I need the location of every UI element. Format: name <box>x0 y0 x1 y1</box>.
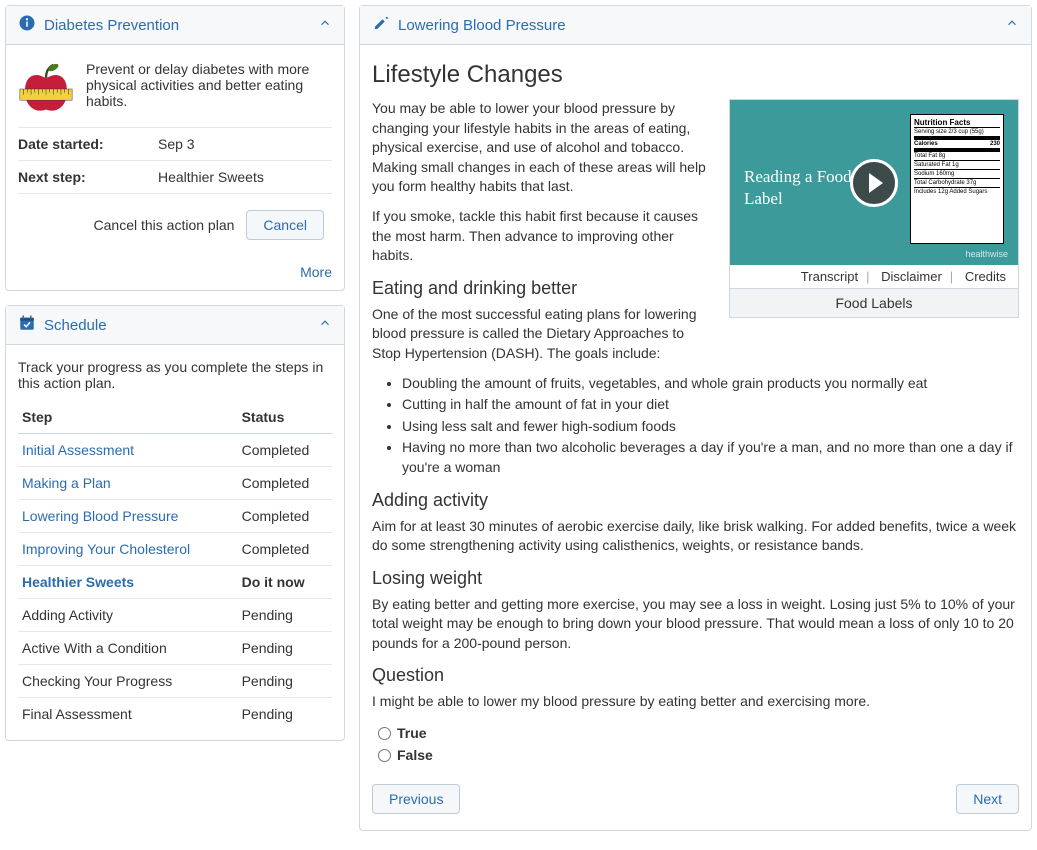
apple-tape-icon <box>18 61 74 117</box>
list-item: Having no more than two alcoholic bevera… <box>402 438 1019 477</box>
cancel-plan-text: Cancel this action plan <box>94 217 235 233</box>
col-status-header: Status <box>238 401 332 434</box>
step-label[interactable]: Making a Plan <box>22 475 111 491</box>
heading-weight: Losing weight <box>372 568 1019 589</box>
step-label: Final Assessment <box>22 706 132 722</box>
step-label: Adding Activity <box>22 607 113 623</box>
video-thumbnail[interactable]: Reading a Food Label Nutrition Facts Ser… <box>730 100 1018 265</box>
table-row: Making a Plan Completed <box>18 467 332 500</box>
calendar-check-icon <box>18 314 36 336</box>
play-button-icon[interactable] <box>850 159 898 207</box>
chevron-up-icon <box>318 16 332 34</box>
previous-button[interactable]: Previous <box>372 784 460 814</box>
table-row: Healthier Sweets Do it now <box>18 566 332 599</box>
next-step-label: Next step: <box>18 169 158 185</box>
article-header-title: Lowering Blood Pressure <box>398 17 566 34</box>
step-status: Completed <box>238 434 332 467</box>
article-title: Lifestyle Changes <box>372 61 1019 89</box>
article-header[interactable]: Lowering Blood Pressure <box>360 6 1031 45</box>
heading-question: Question <box>372 665 1019 686</box>
step-label: Checking Your Progress <box>22 673 172 689</box>
list-item: Doubling the amount of fruits, vegetable… <box>402 374 1019 394</box>
table-row: Improving Your Cholesterol Completed <box>18 533 332 566</box>
cancel-button[interactable]: Cancel <box>246 210 324 240</box>
nutrition-facts-label-graphic: Nutrition Facts Serving size 2/3 cup (55… <box>910 114 1004 244</box>
table-row: Final Assessment Pending <box>18 698 332 731</box>
diabetes-prevention-header[interactable]: Diabetes Prevention <box>6 6 344 45</box>
step-label[interactable]: Initial Assessment <box>22 442 134 458</box>
credits-link[interactable]: Credits <box>961 269 1010 284</box>
more-link[interactable]: More <box>300 264 332 280</box>
transcript-link[interactable]: Transcript <box>797 269 862 284</box>
answer-false-radio[interactable] <box>378 749 391 762</box>
article-panel: Lowering Blood Pressure Lifestyle Change… <box>359 5 1032 831</box>
step-status: Completed <box>238 500 332 533</box>
next-step-value: Healthier Sweets <box>158 169 264 185</box>
dash-bullets: Doubling the amount of fruits, vegetable… <box>402 374 1019 478</box>
video-caption: Food Labels <box>730 288 1018 317</box>
list-item: Using less salt and fewer high-sodium fo… <box>402 417 1019 437</box>
answer-false-label[interactable]: False <box>397 747 433 763</box>
article-paragraph: Aim for at least 30 minutes of aerobic e… <box>372 517 1019 556</box>
step-status: Pending <box>238 599 332 632</box>
col-step-header: Step <box>18 401 238 434</box>
article-paragraph: By eating better and getting more exerci… <box>372 595 1019 654</box>
schedule-panel: Schedule Track your progress as you comp… <box>5 305 345 741</box>
step-label[interactable]: Improving Your Cholesterol <box>22 541 190 557</box>
step-status: Completed <box>238 467 332 500</box>
schedule-header[interactable]: Schedule <box>6 306 344 345</box>
video-block: Reading a Food Label Nutrition Facts Ser… <box>729 99 1019 318</box>
schedule-title: Schedule <box>44 317 107 334</box>
schedule-description: Track your progress as you complete the … <box>18 355 332 401</box>
table-row: Active With a Condition Pending <box>18 632 332 665</box>
chevron-up-icon <box>318 316 332 334</box>
heading-activity: Adding activity <box>372 490 1019 511</box>
healthwise-logo: healthwise <box>965 249 1008 259</box>
prevention-intro-text: Prevent or delay diabetes with more phys… <box>86 61 332 117</box>
step-status: Pending <box>238 632 332 665</box>
edit-icon <box>372 14 390 36</box>
date-started-value: Sep 3 <box>158 136 195 152</box>
step-status: Pending <box>238 698 332 731</box>
question-text: I might be able to lower my blood pressu… <box>372 692 1019 712</box>
schedule-table: Step Status Initial AssessmentCompletedM… <box>18 401 332 730</box>
step-status: Do it now <box>238 566 332 599</box>
info-icon <box>18 14 36 36</box>
diabetes-prevention-title: Diabetes Prevention <box>44 17 179 34</box>
video-links-row: Transcript| Disclaimer| Credits <box>730 265 1018 288</box>
answer-true-radio[interactable] <box>378 727 391 740</box>
step-label[interactable]: Healthier Sweets <box>22 574 134 590</box>
table-row: Checking Your Progress Pending <box>18 665 332 698</box>
disclaimer-link[interactable]: Disclaimer <box>877 269 946 284</box>
step-status: Completed <box>238 533 332 566</box>
table-row: Adding Activity Pending <box>18 599 332 632</box>
step-label: Active With a Condition <box>22 640 167 656</box>
answer-true-label[interactable]: True <box>397 725 427 741</box>
table-row: Initial Assessment Completed <box>18 434 332 467</box>
list-item: Cutting in half the amount of fat in you… <box>402 395 1019 415</box>
diabetes-prevention-panel: Diabetes Prevention <box>5 5 345 291</box>
date-started-label: Date started: <box>18 136 158 152</box>
step-status: Pending <box>238 665 332 698</box>
step-label[interactable]: Lowering Blood Pressure <box>22 508 178 524</box>
next-button[interactable]: Next <box>956 784 1019 814</box>
table-row: Lowering Blood Pressure Completed <box>18 500 332 533</box>
chevron-up-icon <box>1005 16 1019 34</box>
